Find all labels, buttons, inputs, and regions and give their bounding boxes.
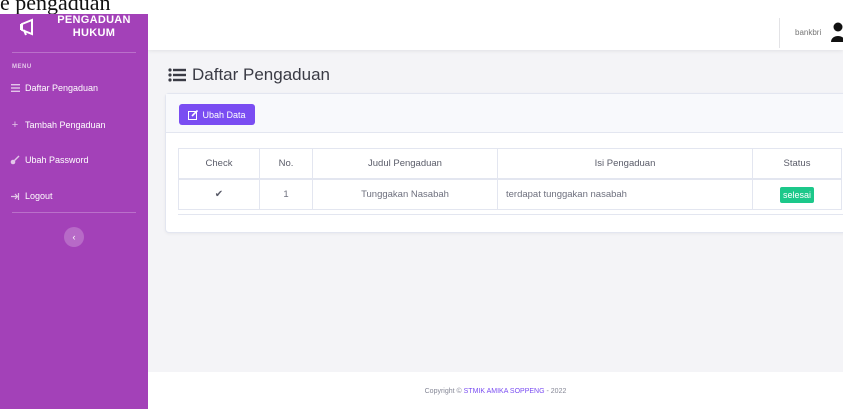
user-icon[interactable] <box>831 22 843 42</box>
sidebar-item-tambah-pengaduan[interactable]: + Tambah Pengaduan <box>10 117 106 133</box>
sidebar-item-logout[interactable]: Logout <box>10 188 53 204</box>
topbar: bankbri <box>148 14 843 50</box>
clipped-header-text: e pengaduan <box>0 0 843 14</box>
row-isi: terdapat tunggakan nasabah <box>497 178 753 210</box>
page-title: Daftar Pengaduan <box>168 65 330 85</box>
column-header-check[interactable]: Check <box>178 148 260 180</box>
status-badge: selesai <box>779 186 814 203</box>
column-header-isi[interactable]: Isi Pengaduan <box>497 148 753 180</box>
sidebar-divider <box>12 212 136 213</box>
copyright-link[interactable]: STMIK AMIKA SOPPENG <box>464 388 545 395</box>
logout-icon <box>10 191 20 201</box>
sidebar-item-label: Logout <box>25 191 53 201</box>
row-number: 1 <box>259 178 313 210</box>
row-status: selesai <box>752 178 842 210</box>
chevron-left-icon: ‹ <box>72 232 76 242</box>
sidebar-item-label: Ubah Password <box>25 155 89 165</box>
topbar-divider <box>779 18 780 48</box>
row-judul: Tunggakan Nasabah <box>312 178 498 210</box>
edit-data-button[interactable]: Ubah Data <box>179 104 255 125</box>
table-bottom-border <box>178 214 843 215</box>
sidebar-toggle-button[interactable]: ‹ <box>64 227 84 247</box>
username[interactable]: bankbri <box>795 28 821 37</box>
complaints-table: Check No. Judul Pengaduan Isi Pengaduan … <box>178 148 842 210</box>
table-row[interactable]: ✔ 1 Tunggakan Nasabah terdapat tunggakan… <box>178 178 842 210</box>
edit-data-label: Ubah Data <box>202 109 246 120</box>
clipped-text: e pengaduan <box>0 0 111 14</box>
menu-heading: MENU <box>12 64 32 70</box>
column-header-no[interactable]: No. <box>259 148 313 180</box>
card-header: Ubah Data <box>166 94 843 133</box>
complaints-card: Ubah Data Check No. Judul Pengaduan Isi … <box>165 93 843 233</box>
edit-icon <box>188 109 199 120</box>
brand-line-2: HUKUM <box>72 27 116 39</box>
megaphone-icon <box>20 18 33 36</box>
footer: Copyright © STMIK AMIKA SOPPENG - 2022 <box>148 372 843 409</box>
brand-line-1: PENGADUAN <box>57 14 131 26</box>
key-icon <box>10 155 20 165</box>
sidebar: PENGADUAN HUKUM MENU Daftar Pengaduan + … <box>0 0 148 409</box>
check-icon[interactable]: ✔ <box>215 189 223 200</box>
list-icon <box>168 68 186 82</box>
copyright-suffix: - 2022 <box>544 388 567 395</box>
column-header-status[interactable]: Status <box>752 148 842 180</box>
copyright-text: Copyright © STMIK AMIKA SOPPENG - 2022 <box>148 388 843 395</box>
sidebar-item-daftar-pengaduan[interactable]: Daftar Pengaduan <box>10 80 98 96</box>
column-header-judul[interactable]: Judul Pengaduan <box>312 148 498 180</box>
sidebar-divider <box>12 52 136 53</box>
plus-icon: + <box>11 119 19 131</box>
table-header-row: Check No. Judul Pengaduan Isi Pengaduan … <box>178 148 842 180</box>
page-title-text: Daftar Pengaduan <box>192 65 330 84</box>
list-icon <box>10 83 20 93</box>
brand-title: PENGADUAN HUKUM <box>48 14 140 40</box>
copyright-prefix: Copyright © <box>424 388 464 395</box>
sidebar-item-label: Daftar Pengaduan <box>25 83 99 93</box>
sidebar-item-label: Tambah Pengaduan <box>25 120 106 130</box>
sidebar-item-ubah-password[interactable]: Ubah Password <box>10 152 89 168</box>
row-check[interactable]: ✔ <box>178 178 260 210</box>
